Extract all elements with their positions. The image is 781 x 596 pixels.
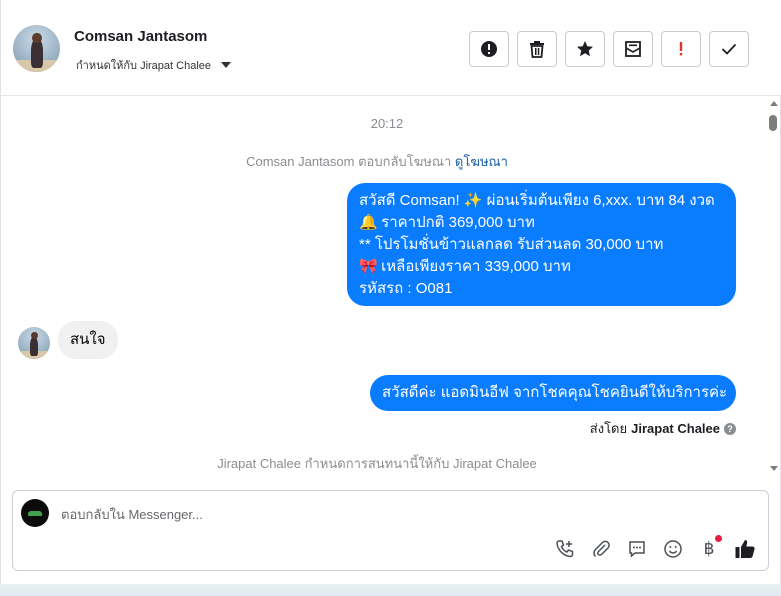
paperclip-icon [593,540,610,558]
exclamation-circle-icon [481,41,497,57]
composer-tools: ฿ [554,535,756,560]
reply-input[interactable] [61,503,661,525]
mark-done-button[interactable] [709,31,749,67]
call-button[interactable] [554,538,576,560]
assignee-label: กำหนดให้กับ Jirapat Chalee [76,60,212,72]
reply-composer: ฿ [12,490,769,571]
envelope-icon [625,41,641,57]
smiley-icon [664,540,682,558]
check-icon [721,43,737,55]
star-button[interactable] [565,31,605,67]
payment-button[interactable]: ฿ [698,535,722,560]
message-line: 🎀 เหลือเพียงราคา 339,000 บาท [359,256,724,278]
page-footer [0,584,781,596]
message-thread[interactable]: 20:12 Comsan Jantasom ตอบกลับโฆษณา ดูโฆษ… [1,97,767,477]
message-line: 🔔 ราคาปกติ 369,000 บาท [359,212,724,234]
outgoing-message[interactable]: สวัสดี Comsan! ✨ ผ่อนเริ่มต้นเพียง 6,xxx… [347,183,736,306]
follow-up-button[interactable] [661,31,701,67]
thread-scrollbar[interactable] [767,97,780,477]
assignee-dropdown[interactable]: กำหนดให้กับ Jirapat Chalee [76,56,232,74]
view-ad-link[interactable]: ดูโฆษณา [455,154,508,169]
contact-name[interactable]: Comsan Jantasom [74,28,207,45]
message-line: สวัสดี Comsan! ✨ ผ่อนเริ่มต้นเพียง 6,xxx… [359,192,715,209]
scroll-down-arrow-icon[interactable] [770,466,778,471]
message-timestamp: 20:12 [370,116,404,131]
scrollbar-thumb[interactable] [769,115,777,131]
conversation-toolbar [469,31,749,67]
message-line: ** โปรโมชั่นข้าวแลกลด รับส่วนลด 30,000 บ… [359,236,664,253]
trash-icon [530,41,544,58]
thumbs-up-icon [735,540,755,558]
conversation-panel: Comsan Jantasom กำหนดให้กับ Jirapat Chal… [0,0,781,584]
mark-unread-button[interactable] [613,31,653,67]
help-icon[interactable]: ? [724,422,736,435]
spam-button[interactable] [469,31,509,67]
incoming-message[interactable]: สนใจ [58,321,118,359]
conversation-header: Comsan Jantasom กำหนดให้กับ Jirapat Chal… [1,0,781,96]
sent-by-label: ส่งโดย Jirapat Chalee ? [590,418,736,439]
bell-icon: 🔔 [359,214,378,231]
exclamation-icon [679,42,683,56]
ad-reply-text: Comsan Jantasom ตอบกลับโฆษณา [246,154,452,169]
like-button[interactable] [734,538,756,560]
baht-icon: ฿ [703,539,715,558]
emoji-button[interactable] [662,538,684,560]
attach-button[interactable] [590,538,612,560]
sender-name: Jirapat Chalee [631,421,720,436]
page-avatar [21,499,49,527]
outgoing-message[interactable]: สวัสดีค่ะ แอดมินอีฟ จากโชคคุณโชคยินดีให้… [370,375,736,411]
chat-bubble-icon [629,541,645,558]
ribbon-icon: 🎀 [359,258,378,275]
notification-dot [715,535,722,542]
star-icon [577,41,593,57]
phone-plus-icon [556,540,574,558]
scroll-up-arrow-icon[interactable] [770,101,778,106]
sender-avatar[interactable] [18,327,50,359]
caret-down-icon [221,62,232,68]
ad-reply-notice: Comsan Jantasom ตอบกลับโฆษณา ดูโฆษณา [1,151,753,172]
contact-avatar[interactable] [13,25,60,72]
message-line: รหัสรถ : O081 [359,280,453,297]
delete-button[interactable] [517,31,557,67]
assignment-notice: Jirapat Chalee กำหนดการสนทนานี้ให้กับ Ji… [217,456,537,471]
saved-replies-button[interactable] [626,538,648,560]
